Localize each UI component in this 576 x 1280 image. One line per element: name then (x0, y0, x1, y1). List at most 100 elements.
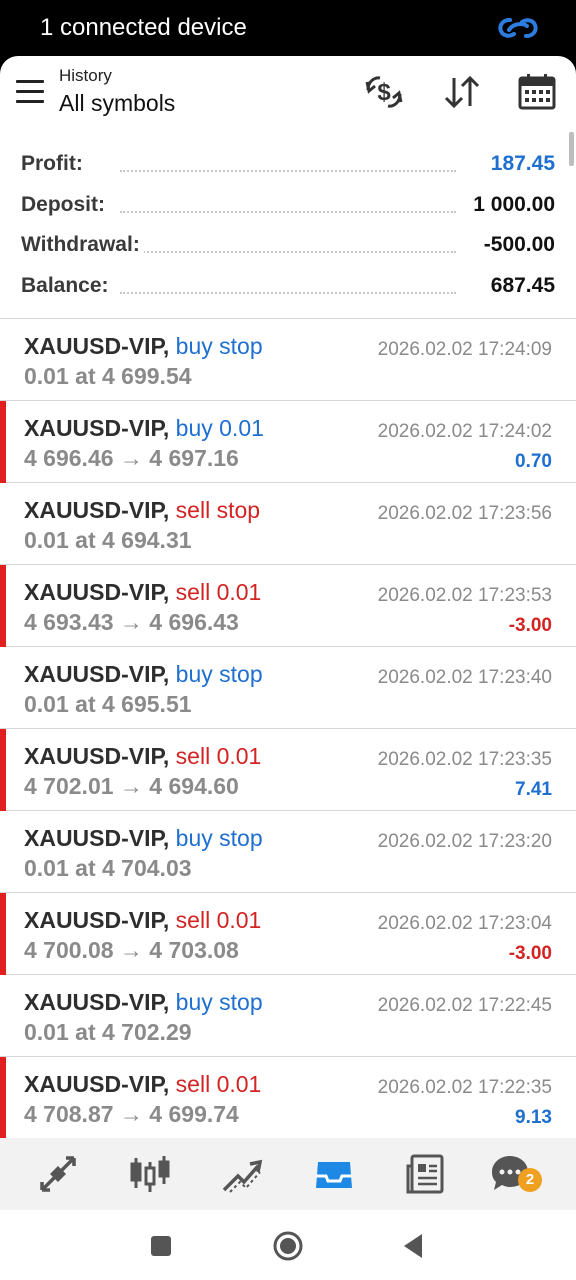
history-row[interactable]: XAUUSD-VIP, sell 0.01 4 708.87 → 4 699.74… (0, 1057, 576, 1139)
summary-value: -500.00 (477, 233, 555, 257)
order-type: sell stop (175, 497, 261, 523)
history-row[interactable]: XAUUSD-VIP, sell 0.01 4 700.08 → 4 703.08… (0, 893, 576, 975)
order-type: buy stop (175, 989, 263, 1015)
menu-icon[interactable] (16, 80, 44, 104)
summary-row-deposit: Deposit: 1 000.00 (0, 185, 576, 226)
order-symbol: XAUUSD-VIP, sell 0.01 (24, 579, 261, 606)
history-row[interactable]: XAUUSD-VIP, buy 0.01 4 696.46 → 4 697.16 2… (0, 401, 576, 483)
order-time: 2026.02.02 17:24:02 (377, 421, 552, 442)
order-type: buy stop (175, 825, 263, 851)
summary-value: 687.45 (484, 273, 555, 298)
quotes-icon[interactable] (36, 1152, 80, 1196)
order-time: 2026.02.02 17:23:35 (377, 749, 552, 770)
symbol-name: XAUUSD-VIP, (24, 661, 170, 687)
order-time: 2026.02.02 17:23:20 (377, 831, 552, 852)
summary-label: Profit: (21, 152, 87, 176)
news-icon[interactable] (404, 1152, 448, 1196)
history-row[interactable]: XAUUSD-VIP, sell 0.01 4 693.43 → 4 696.43… (0, 565, 576, 647)
history-row[interactable]: XAUUSD-VIP, buy stop 0.01 at 4 699.54 2026… (0, 319, 576, 401)
order-detail: 4 696.46 → 4 697.16 (24, 445, 239, 471)
order-symbol: XAUUSD-VIP, sell stop (24, 497, 260, 524)
history-row[interactable]: XAUUSD-VIP, buy stop 0.01 at 4 704.03 2026… (0, 811, 576, 893)
order-time: 2026.02.02 17:24:09 (377, 339, 552, 360)
order-detail: 0.01 at 4 695.51 (24, 691, 192, 717)
deal-marker (0, 893, 6, 975)
history-row[interactable]: XAUUSD-VIP, buy stop 0.01 at 4 702.29 2026… (0, 975, 576, 1057)
order-profit: -3.00 (508, 615, 552, 636)
symbol-name: XAUUSD-VIP, (24, 989, 170, 1015)
summary-value: 187.45 (484, 152, 555, 176)
symbol-name: XAUUSD-VIP, (24, 497, 170, 523)
summary-row-withdrawal: Withdrawal: -500.00 (0, 225, 576, 266)
order-symbol: XAUUSD-VIP, sell 0.01 (24, 743, 261, 770)
order-time: 2026.02.02 17:22:35 (377, 1077, 552, 1098)
history-row[interactable]: XAUUSD-VIP, sell stop 0.01 at 4 694.31 202… (0, 483, 576, 565)
order-detail: 0.01 at 4 702.29 (24, 1019, 192, 1045)
link-icon[interactable] (496, 10, 540, 46)
summary-label: Balance: (21, 273, 113, 298)
order-type: buy stop (175, 333, 263, 359)
order-time: 2026.02.02 17:22:45 (377, 995, 552, 1016)
history-row[interactable]: XAUUSD-VIP, buy stop 0.01 at 4 695.51 2026… (0, 647, 576, 729)
home-icon[interactable] (268, 1226, 308, 1266)
deal-marker (0, 565, 6, 647)
order-detail: 4 700.08 → 4 703.08 (24, 937, 239, 963)
order-detail: 4 708.87 → 4 699.74 (24, 1101, 239, 1127)
order-type: buy 0.01 (175, 415, 264, 441)
dotted-leader (120, 210, 456, 213)
calendar-icon[interactable] (517, 72, 557, 112)
dotted-leader (120, 291, 456, 294)
order-symbol: XAUUSD-VIP, buy stop (24, 989, 263, 1016)
summary-label: Deposit: (21, 192, 109, 217)
order-time: 2026.02.02 17:23:56 (377, 503, 552, 524)
symbol-name: XAUUSD-VIP, (24, 579, 170, 605)
order-profit: 9.13 (515, 1107, 552, 1128)
order-detail: 0.01 at 4 704.03 (24, 855, 192, 881)
dotted-leader (120, 251, 456, 253)
symbol-name: XAUUSD-VIP, (24, 825, 170, 851)
trade-icon[interactable] (220, 1152, 264, 1196)
order-time: 2026.02.02 17:23:53 (377, 585, 552, 606)
svg-text:$: $ (377, 79, 391, 106)
app-screen: History All symbols $ Profit: 187.45 Dep… (0, 56, 576, 1210)
summary-label: Withdrawal: (21, 233, 144, 257)
order-symbol: XAUUSD-VIP, buy 0.01 (24, 415, 264, 442)
order-symbol: XAUUSD-VIP, buy stop (24, 333, 263, 360)
order-profit: -3.00 (508, 943, 552, 964)
order-detail: 4 693.43 → 4 696.43 (24, 609, 239, 635)
dotted-leader (120, 170, 456, 172)
symbol-name: XAUUSD-VIP, (24, 1071, 170, 1097)
order-type: sell 0.01 (175, 579, 262, 605)
history-icon[interactable] (312, 1152, 356, 1196)
order-symbol: XAUUSD-VIP, sell 0.01 (24, 1071, 261, 1098)
history-row[interactable]: XAUUSD-VIP, sell 0.01 4 702.01 → 4 694.60… (0, 729, 576, 811)
order-time: 2026.02.02 17:23:40 (377, 667, 552, 688)
recents-icon[interactable] (141, 1226, 181, 1266)
deal-marker (0, 401, 6, 483)
deal-marker (0, 729, 6, 811)
back-icon[interactable] (394, 1226, 434, 1266)
top-bar: History All symbols $ (0, 56, 576, 136)
summary-value: 1 000.00 (467, 192, 555, 217)
sort-icon[interactable] (442, 72, 482, 112)
deal-marker (0, 1057, 6, 1139)
header-subtitle: History (59, 66, 112, 85)
account-summary: Profit: 187.45 Deposit: 1 000.00 Withdra… (0, 144, 576, 306)
bottom-nav: 2 (0, 1138, 576, 1210)
symbol-name: XAUUSD-VIP, (24, 333, 170, 359)
order-time: 2026.02.02 17:23:04 (377, 913, 552, 934)
summary-row-balance: Balance: 687.45 (0, 266, 576, 307)
chart-icon[interactable] (128, 1152, 172, 1196)
status-text: 1 connected device (40, 14, 247, 41)
order-type: buy stop (175, 661, 263, 687)
header-title[interactable]: All symbols (59, 90, 175, 117)
chat-badge: 2 (518, 1168, 542, 1192)
order-detail: 4 702.01 → 4 694.60 (24, 773, 239, 799)
currency-icon[interactable]: $ (364, 72, 404, 112)
order-symbol: XAUUSD-VIP, sell 0.01 (24, 907, 261, 934)
order-symbol: XAUUSD-VIP, buy stop (24, 825, 263, 852)
status-bar: 1 connected device (0, 0, 576, 56)
symbol-name: XAUUSD-VIP, (24, 743, 170, 769)
summary-row-profit: Profit: 187.45 (0, 144, 576, 185)
order-type: sell 0.01 (175, 1071, 262, 1097)
